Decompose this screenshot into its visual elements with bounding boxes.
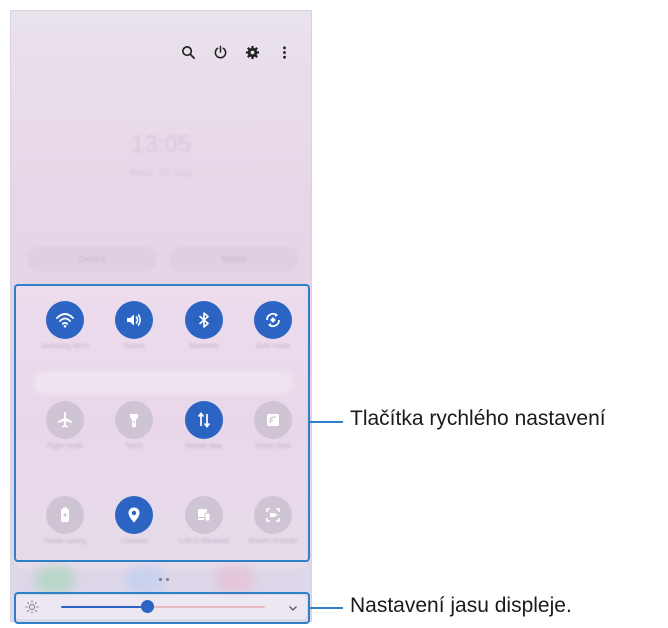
media-button[interactable]: Media: [169, 246, 299, 272]
quick-settings-leader-line: [310, 421, 343, 423]
page-dot: [166, 578, 169, 581]
clock-date: Wed, 26 July: [129, 167, 193, 179]
quick-settings-highlight: [14, 284, 310, 562]
clock-time: 13:05: [130, 131, 192, 158]
top-toolbar: [179, 43, 293, 61]
brightness-leader-line: [310, 607, 343, 609]
gear-icon[interactable]: [243, 43, 261, 61]
brightness-highlight: [14, 592, 310, 624]
device-button[interactable]: Device: [27, 246, 157, 272]
brightness-callout: Nastavení jasu displeje.: [350, 594, 572, 617]
power-icon[interactable]: [211, 43, 229, 61]
more-icon[interactable]: [275, 43, 293, 61]
search-icon[interactable]: [179, 43, 197, 61]
quick-settings-callout: Tlačítka rychlého nastavení: [350, 407, 606, 430]
page-dot: [159, 578, 162, 581]
page-indicator: [159, 578, 169, 581]
